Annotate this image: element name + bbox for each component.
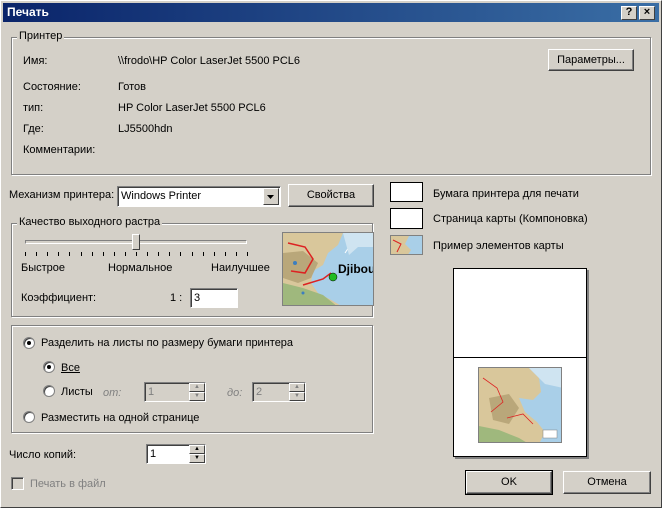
printer-name-value: \\frodo\HP Color LaserJet 5500 PCL6 <box>118 55 301 67</box>
ok-button[interactable]: OK <box>465 470 553 495</box>
to-label: до: <box>227 387 243 399</box>
tile-radio[interactable] <box>23 337 35 349</box>
fit-page-radio[interactable] <box>23 411 35 423</box>
slider-tick <box>147 252 149 256</box>
from-value: 1 <box>148 386 155 398</box>
parameters-button[interactable]: Параметры... <box>548 49 634 71</box>
normal-label: Нормальное <box>108 262 173 274</box>
copies-input[interactable]: 1 ▲ ▼ <box>146 444 206 464</box>
slider-tick <box>80 252 82 256</box>
best-label: Наилучшее <box>211 262 270 274</box>
slider-tick <box>36 252 38 256</box>
from-label: от: <box>103 387 122 399</box>
raster-quality-slider-thumb[interactable] <box>132 234 140 250</box>
to-spinner[interactable]: ▲ ▼ <box>289 383 305 401</box>
sheets-radio[interactable] <box>43 385 55 397</box>
printer-group-label: Принтер <box>17 30 65 42</box>
copies-label: Число копий: <box>9 449 77 461</box>
slider-tick <box>224 252 226 256</box>
parameters-button-label: Параметры... <box>557 54 625 66</box>
slider-tick <box>113 252 115 256</box>
printer-status-label: Состояние: <box>23 81 81 93</box>
fast-label: Быстрое <box>21 262 66 274</box>
title-bar: Печать ? × <box>3 3 659 22</box>
printer-where-label: Где: <box>23 123 44 135</box>
all-pages-radio[interactable] <box>43 361 55 373</box>
engine-label: Механизм принтера: <box>9 189 115 201</box>
slider-tick <box>235 252 237 256</box>
to-value: 2 <box>256 386 263 398</box>
chevron-down-icon[interactable] <box>263 188 279 205</box>
tile-option-text: Разделить на листы по размеру бумаги при… <box>41 337 294 349</box>
slider-tick <box>25 252 26 256</box>
printer-name-label: Имя: <box>23 55 48 67</box>
ratio-value: 3 <box>194 292 201 304</box>
cancel-button-label: Отмена <box>587 476 627 488</box>
slider-tick <box>102 252 104 256</box>
window-title: Печать <box>7 5 49 19</box>
all-pages-label[interactable]: Все <box>61 362 80 374</box>
print-to-file-label: Печать в файл <box>30 478 106 490</box>
engine-select[interactable]: Windows Printer <box>117 186 281 207</box>
all-pages-text: Все <box>61 362 80 374</box>
slider-tick <box>202 252 204 256</box>
copies-value: 1 <box>150 448 157 460</box>
slider-tick <box>180 252 182 256</box>
printer-where-value: LJ5500hdn <box>118 123 173 135</box>
slider-tick <box>47 252 49 256</box>
ratio-input[interactable]: 3 <box>190 288 238 308</box>
map-elements-swatch <box>390 235 423 255</box>
sheets-label[interactable]: Листы <box>61 386 93 398</box>
printer-paper-legend: Бумага принтера для печати <box>433 188 579 200</box>
printer-comment-label: Комментарии: <box>23 144 96 156</box>
slider-tick <box>136 252 137 256</box>
spin-down-icon[interactable]: ▼ <box>289 392 305 401</box>
to-input[interactable]: 2 ▲ ▼ <box>252 382 306 402</box>
map-page-swatch <box>390 208 423 229</box>
slider-tick <box>58 252 60 256</box>
spin-up-icon[interactable]: ▲ <box>189 383 205 392</box>
copies-spinner[interactable]: ▲ ▼ <box>189 445 205 463</box>
slider-tick <box>169 252 171 256</box>
from-spinner[interactable]: ▲ ▼ <box>189 383 205 401</box>
close-button[interactable]: × <box>639 6 655 20</box>
slider-tick <box>91 252 93 256</box>
spin-up-icon[interactable]: ▲ <box>289 383 305 392</box>
raster-group-label: Качество выходного растра <box>17 216 163 228</box>
ok-button-label: OK <box>501 476 517 488</box>
map-elements-legend: Пример элементов карты <box>433 240 564 252</box>
cancel-button[interactable]: Отмена <box>563 471 651 494</box>
printer-type-label: тип: <box>23 102 44 114</box>
map-elements-preview <box>478 367 562 443</box>
help-button[interactable]: ? <box>621 6 637 20</box>
from-input[interactable]: 1 ▲ ▼ <box>144 382 206 402</box>
tile-option-label[interactable]: Разделить на листы по размеру бумаги при… <box>41 337 293 349</box>
spin-down-icon[interactable]: ▼ <box>189 454 205 463</box>
printer-paper-swatch <box>390 182 423 202</box>
map-page-legend: Страница карты (Компоновка) <box>433 213 588 225</box>
preview-city-label: Djibou <box>338 262 374 276</box>
raster-preview-map: Djibou <box>282 232 374 306</box>
printer-type-value: HP Color LaserJet 5500 PCL6 <box>118 102 266 114</box>
properties-button-label: Свойства <box>306 189 356 201</box>
slider-tick <box>69 252 71 256</box>
spin-down-icon[interactable]: ▼ <box>189 392 205 401</box>
printer-status-value: Готов <box>118 81 146 93</box>
print-to-file-checkbox[interactable] <box>11 477 24 490</box>
print-dialog: Печать ? × Принтер Имя: \\frodo\HP Color… <box>0 0 662 508</box>
properties-button[interactable]: Свойства <box>288 184 374 207</box>
ratio-label: Коэффициент: <box>21 292 97 304</box>
slider-tick <box>124 252 126 256</box>
fit-page-label[interactable]: Разместить на одной странице <box>41 412 199 424</box>
slider-tick <box>213 252 215 256</box>
slider-tick <box>191 252 193 256</box>
spin-up-icon[interactable]: ▲ <box>189 445 205 454</box>
ratio-prefix: 1 : <box>170 292 183 304</box>
slider-tick <box>158 252 160 256</box>
engine-selected-value: Windows Printer <box>121 190 202 202</box>
slider-tick <box>247 252 248 256</box>
